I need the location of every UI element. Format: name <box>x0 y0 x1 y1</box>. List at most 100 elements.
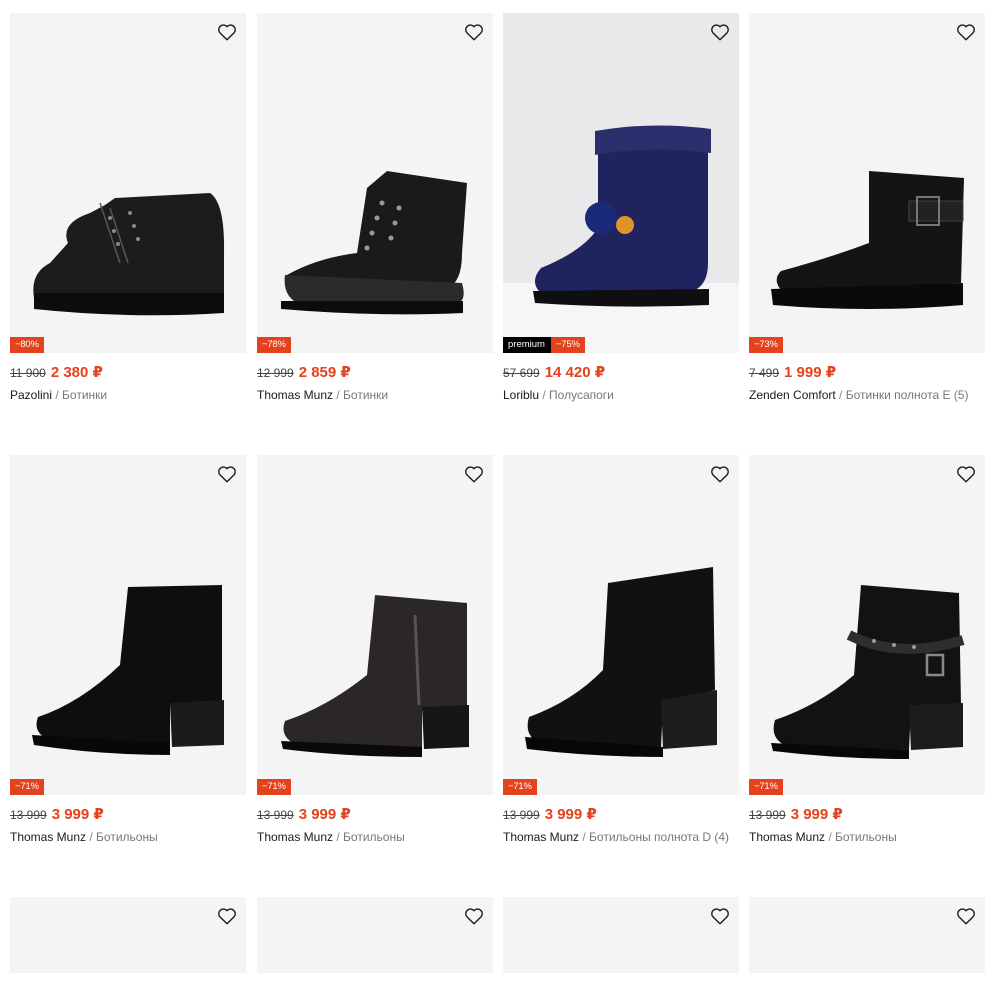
boot-image <box>771 585 965 759</box>
product-card[interactable]: −71% 13 999 3 999 ₽ Thomas Munz / Ботиль… <box>10 455 246 845</box>
favorite-heart-icon[interactable] <box>709 905 731 927</box>
favorite-heart-icon[interactable] <box>955 905 977 927</box>
separator: / <box>52 388 63 402</box>
product-image[interactable]: −78% <box>257 13 493 353</box>
separator: / <box>333 388 344 402</box>
badges: −71% <box>257 779 291 795</box>
current-price: 3 999 ₽ <box>544 806 597 823</box>
boot-image <box>32 585 224 755</box>
product-card[interactable]: −71% 13 999 3 999 ₽ Thomas Munz / Ботиль… <box>749 455 985 845</box>
product-title[interactable]: Thomas Munz / Ботильоны <box>10 829 240 845</box>
favorite-heart-icon[interactable] <box>463 21 485 43</box>
category-name: Ботинки полнота E (5) <box>845 388 969 402</box>
current-price: 3 999 ₽ <box>51 806 104 823</box>
product-title[interactable]: Thomas Munz / Ботинки <box>257 387 487 403</box>
category-name: Ботинки <box>62 388 108 402</box>
price-row: 13 999 3 999 ₽ <box>10 805 246 823</box>
discount-badge: −71% <box>749 779 783 795</box>
separator: / <box>835 388 846 402</box>
product-image[interactable] <box>10 897 246 973</box>
product-title[interactable]: Zenden Comfort / Ботинки полнота E (5) <box>749 387 979 403</box>
product-image[interactable] <box>503 897 739 973</box>
price-row: 13 999 3 999 ₽ <box>257 805 493 823</box>
brand-name: Thomas Munz <box>10 830 87 844</box>
favorite-heart-icon[interactable] <box>216 463 238 485</box>
product-card[interactable] <box>749 897 985 973</box>
category-name: Ботильоны полнота D (4) <box>589 830 730 844</box>
product-card[interactable]: −71% 13 999 3 999 ₽ Thomas Munz / Ботиль… <box>503 455 739 845</box>
product-image[interactable]: −73% <box>749 13 985 353</box>
current-price: 3 999 ₽ <box>790 806 843 823</box>
category-name: Полусапоги <box>549 388 614 402</box>
price-row: 12 999 2 859 ₽ <box>257 363 493 381</box>
badges: premium −75% <box>503 337 585 353</box>
product-title[interactable]: Loriblu / Полусапоги <box>503 387 733 403</box>
product-image[interactable] <box>749 897 985 973</box>
price-row: 57 699 14 420 ₽ <box>503 363 739 381</box>
separator: / <box>579 830 590 844</box>
favorite-heart-icon[interactable] <box>463 905 485 927</box>
product-image[interactable]: −71% <box>10 455 246 795</box>
discount-badge: −80% <box>10 337 44 353</box>
badges: −71% <box>749 779 783 795</box>
old-price: 13 999 <box>503 808 540 822</box>
badges: −78% <box>257 337 291 353</box>
product-card[interactable]: −80% 11 900 2 380 ₽ Pazolini / Ботинки <box>10 13 246 403</box>
brand-name: Thomas Munz <box>257 830 334 844</box>
product-image[interactable]: −71% <box>749 455 985 795</box>
product-card[interactable]: premium −75% 57 699 14 420 ₽ Loriblu / П… <box>503 13 739 403</box>
discount-badge: −78% <box>257 337 291 353</box>
favorite-heart-icon[interactable] <box>463 463 485 485</box>
discount-badge: −71% <box>10 779 44 795</box>
boot-image <box>33 193 225 316</box>
old-price: 57 699 <box>503 366 540 380</box>
current-price: 2 380 ₽ <box>50 364 103 381</box>
product-title[interactable]: Pazolini / Ботинки <box>10 387 240 403</box>
brand-name: Loriblu <box>503 388 540 402</box>
old-price: 12 999 <box>257 366 294 380</box>
brand-name: Thomas Munz <box>257 388 334 402</box>
product-card[interactable] <box>503 897 739 973</box>
favorite-heart-icon[interactable] <box>709 21 731 43</box>
old-price: 13 999 <box>10 808 47 822</box>
favorite-heart-icon[interactable] <box>955 21 977 43</box>
favorite-heart-icon[interactable] <box>216 905 238 927</box>
favorite-heart-icon[interactable] <box>955 463 977 485</box>
price-row: 13 999 3 999 ₽ <box>749 805 985 823</box>
product-title[interactable]: Thomas Munz / Ботильоны полнота D (4) <box>503 829 733 845</box>
current-price: 2 859 ₽ <box>298 364 351 381</box>
product-card[interactable]: −78% 12 999 2 859 ₽ Thomas Munz / Ботинк… <box>257 13 493 403</box>
brand-name: Thomas Munz <box>749 830 826 844</box>
category-name: Ботинки <box>343 388 389 402</box>
product-card[interactable]: −71% 13 999 3 999 ₽ Thomas Munz / Ботиль… <box>257 455 493 845</box>
favorite-heart-icon[interactable] <box>709 463 731 485</box>
product-image[interactable] <box>257 897 493 973</box>
current-price: 1 999 ₽ <box>784 364 837 381</box>
price-row: 7 499 1 999 ₽ <box>749 363 985 381</box>
category-name: Ботильоны <box>96 830 158 844</box>
product-title[interactable]: Thomas Munz / Ботильоны <box>257 829 487 845</box>
premium-badge: premium <box>503 337 551 353</box>
current-price: 3 999 ₽ <box>298 806 351 823</box>
boot-image <box>503 125 739 353</box>
product-card[interactable] <box>257 897 493 973</box>
separator: / <box>86 830 97 844</box>
product-title[interactable]: Thomas Munz / Ботильоны <box>749 829 979 845</box>
badges: −73% <box>749 337 783 353</box>
brand-name: Thomas Munz <box>503 830 580 844</box>
product-image[interactable]: −80% <box>10 13 246 353</box>
product-image[interactable]: premium −75% <box>503 13 739 353</box>
category-name: Ботильоны <box>835 830 897 844</box>
favorite-heart-icon[interactable] <box>216 21 238 43</box>
separator: / <box>825 830 836 844</box>
product-card[interactable]: −73% 7 499 1 999 ₽ Zenden Comfort / Боти… <box>749 13 985 403</box>
current-price: 14 420 ₽ <box>544 364 606 381</box>
old-price: 13 999 <box>749 808 786 822</box>
product-card[interactable] <box>10 897 246 973</box>
product-grid: −80% 11 900 2 380 ₽ Pazolini / Ботинки −… <box>0 0 997 989</box>
old-price: 13 999 <box>257 808 294 822</box>
product-image[interactable]: −71% <box>503 455 739 795</box>
price-row: 13 999 3 999 ₽ <box>503 805 739 823</box>
product-image[interactable]: −71% <box>257 455 493 795</box>
separator: / <box>333 830 344 844</box>
